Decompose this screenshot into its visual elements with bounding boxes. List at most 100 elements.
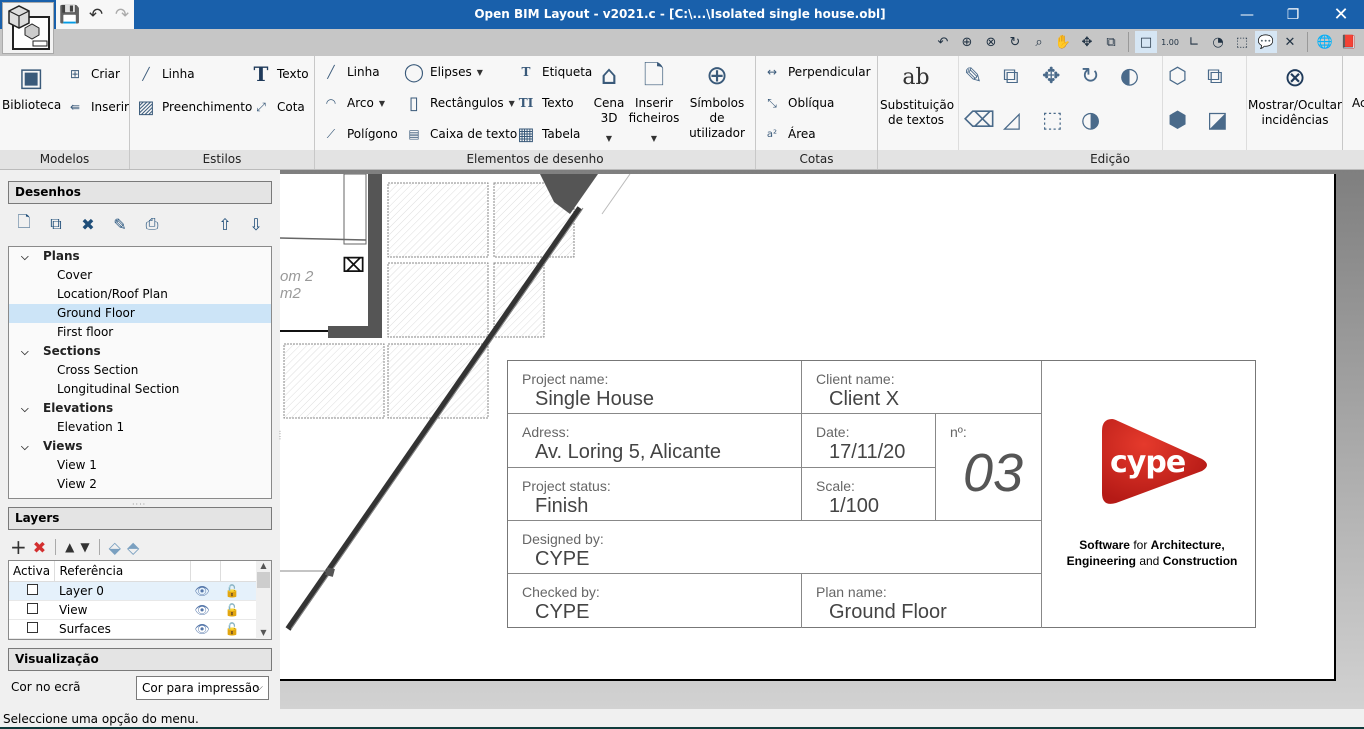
title-block[interactable]: Project name: Single House Client name: … bbox=[507, 360, 1256, 628]
angle-icon[interactable]: ∟ bbox=[1183, 31, 1205, 53]
chevron-down-icon[interactable]: ⌵ bbox=[21, 343, 43, 362]
send-back-icon[interactable]: ◪ bbox=[1207, 108, 1246, 152]
new-drawing-icon[interactable]: 🗋 bbox=[12, 212, 36, 236]
comment-icon[interactable]: 💬 bbox=[1255, 31, 1277, 53]
area-button[interactable]: a² Área bbox=[761, 123, 816, 145]
cor-ecra-select[interactable]: Cor para impressão ⌵ bbox=[136, 676, 269, 700]
window-switch-icon[interactable]: ⧉ bbox=[1100, 31, 1122, 53]
tree-item[interactable]: Location/Roof Plan bbox=[9, 285, 271, 304]
mostrar-ocultar-incidencias-button[interactable]: ⊗ Mostrar/Ocultar incidências bbox=[1248, 62, 1342, 128]
biblioteca-button[interactable]: ▣ Biblioteca bbox=[2, 62, 61, 113]
tabela-button[interactable]: ▦ Tabela bbox=[515, 123, 580, 145]
print-icon[interactable]: ⎙ bbox=[140, 212, 164, 236]
tree-item[interactable]: View 1 bbox=[9, 456, 271, 475]
copy-drawing-icon[interactable]: ⧉ bbox=[44, 212, 68, 236]
vertical-splitter-handle[interactable]: ···· bbox=[275, 430, 284, 440]
texto-button[interactable]: TI Texto bbox=[515, 92, 574, 114]
circle-snap-icon[interactable]: ◔ bbox=[1207, 31, 1229, 53]
chevron-down-icon[interactable]: ⌵ bbox=[21, 438, 43, 457]
tree-item[interactable]: First floor bbox=[9, 323, 271, 342]
tree-item[interactable]: Longitudinal Section bbox=[9, 380, 271, 399]
scroll-up-icon[interactable]: ▲ bbox=[256, 561, 271, 570]
criar-button[interactable]: ⊞ Criar bbox=[64, 63, 120, 85]
zoom-previous-icon[interactable]: ↶ bbox=[932, 31, 954, 53]
eye-icon[interactable]: 👁 bbox=[190, 600, 221, 620]
move-layer-up-icon[interactable]: ▲ bbox=[65, 540, 74, 554]
col-lock[interactable] bbox=[220, 561, 257, 582]
redo-icon[interactable]: ↷ bbox=[112, 5, 132, 25]
pencil-icon[interactable]: ✎ bbox=[964, 64, 1003, 108]
layer-active-checkbox[interactable] bbox=[27, 602, 38, 614]
layer-row[interactable]: View 👁 🔓 bbox=[9, 600, 257, 620]
preenchimento-button[interactable]: ▨ Preenchimento bbox=[135, 96, 252, 118]
zoom-x2-icon[interactable]: ⊗ bbox=[980, 31, 1002, 53]
scale-icon[interactable]: ⬚ bbox=[1042, 108, 1081, 152]
rectangulos-button[interactable]: ▯ Rectângulos ▼ bbox=[403, 92, 515, 114]
delete-layer-icon[interactable]: ✖ bbox=[33, 538, 46, 557]
stretch-icon[interactable]: ◿ bbox=[1003, 108, 1042, 152]
arrow-up-icon[interactable]: ⇧ bbox=[213, 212, 237, 236]
scroll-down-icon[interactable]: ▼ bbox=[256, 628, 271, 637]
simbolos-button[interactable]: ⊕ Símbolos de utilizador ▼ bbox=[681, 60, 753, 161]
unlocked-icon[interactable]: 🔓 bbox=[220, 619, 257, 639]
pan-hand-icon[interactable]: ✋ bbox=[1052, 31, 1074, 53]
perpendicular-button[interactable]: ↔ Perpendicular bbox=[761, 61, 871, 83]
inserir-ficheiros-button[interactable]: 🗋 Inserir ficheiros ▼ bbox=[627, 60, 681, 146]
dimension-icon[interactable]: 1.00 bbox=[1159, 31, 1181, 53]
minimize-button[interactable]: — bbox=[1224, 0, 1270, 29]
col-activa[interactable]: Activa bbox=[9, 561, 56, 582]
layer-import-icon[interactable]: ⬙ bbox=[109, 538, 121, 557]
obliqua-button[interactable]: ⤡ Oblíqua bbox=[761, 92, 834, 114]
inserir-button[interactable]: ⇚ Inserir bbox=[64, 96, 129, 118]
zoom-all-icon[interactable]: ⊕ bbox=[956, 31, 978, 53]
tree-item[interactable]: View 2 bbox=[9, 475, 271, 494]
tree-item[interactable]: Cover bbox=[9, 266, 271, 285]
estilo-linha-button[interactable]: ╱ Linha bbox=[135, 63, 194, 85]
caixa-texto-button[interactable]: ▤ Caixa de texto bbox=[403, 123, 517, 145]
snap-square-icon[interactable]: □ bbox=[1135, 31, 1157, 53]
globe-icon[interactable]: 🌐 bbox=[1314, 31, 1336, 53]
etiqueta-button[interactable]: T Etiqueta bbox=[515, 61, 593, 83]
arco-button[interactable]: ◠ Arco ▼ bbox=[320, 92, 385, 114]
eye-icon[interactable]: 👁 bbox=[190, 619, 221, 639]
layer-row[interactable]: Layer 0 👁 🔓 bbox=[9, 581, 257, 601]
chevron-down-icon[interactable]: ⌵ bbox=[21, 400, 43, 419]
tree-item[interactable]: Ground Floor bbox=[9, 304, 271, 323]
bring-front-icon[interactable]: ⧉ bbox=[1207, 64, 1246, 108]
eye-icon[interactable]: 👁 bbox=[190, 581, 221, 601]
mirror-icon[interactable]: ◐ bbox=[1120, 64, 1159, 108]
save-icon[interactable]: 💾 bbox=[59, 5, 80, 25]
col-visible[interactable] bbox=[190, 561, 222, 582]
elipses-button[interactable]: ◯ Elipses ▼ bbox=[403, 61, 483, 83]
redraw-icon[interactable]: ↻ bbox=[1004, 31, 1026, 53]
move-icon[interactable]: ✥ bbox=[1042, 64, 1081, 108]
tree-category[interactable]: ⌵ Sections bbox=[9, 342, 271, 361]
move-layer-down-icon[interactable]: ▼ bbox=[80, 540, 89, 554]
close-button[interactable]: ✕ bbox=[1318, 0, 1364, 29]
add-layer-icon[interactable]: + bbox=[10, 535, 27, 559]
layer-row[interactable]: Surfaces 👁 🔓 bbox=[9, 619, 257, 639]
zoom-window-icon[interactable]: ⌕ bbox=[1028, 31, 1050, 53]
copy-icon[interactable]: ⧉ bbox=[1003, 64, 1042, 108]
tree-item[interactable]: Elevation 1 bbox=[9, 418, 271, 437]
orbit-icon[interactable]: ✥ bbox=[1076, 31, 1098, 53]
undo-icon[interactable]: ↶ bbox=[86, 5, 106, 25]
eraser-icon[interactable]: ⌫ bbox=[964, 108, 1003, 152]
layer-export-icon[interactable]: ⬘ bbox=[127, 538, 139, 557]
cena-3d-button[interactable]: ⌂ Cena 3D ▼ bbox=[590, 60, 628, 146]
tools-icon[interactable]: ✕ bbox=[1279, 31, 1301, 53]
estilo-cota-button[interactable]: ⤢ Cota bbox=[250, 96, 305, 118]
tree-category[interactable]: ⌵ Elevations bbox=[9, 399, 271, 418]
unlocked-icon[interactable]: 🔓 bbox=[220, 600, 257, 620]
linha-button[interactable]: ╱ Linha bbox=[320, 61, 379, 83]
mirror-copy-icon[interactable]: ◑ bbox=[1081, 108, 1120, 152]
substituicao-textos-button[interactable]: ab Substituição de textos bbox=[880, 62, 954, 128]
rotate-icon[interactable]: ↻ bbox=[1081, 64, 1120, 108]
estilo-texto-button[interactable]: T Texto bbox=[250, 62, 309, 86]
chevron-down-icon[interactable]: ⌵ bbox=[21, 248, 43, 267]
unlocked-icon[interactable]: 🔓 bbox=[220, 581, 257, 601]
arrow-down-icon[interactable]: ⇩ bbox=[244, 212, 268, 236]
delete-drawing-icon[interactable]: ✖ bbox=[76, 212, 100, 236]
ungroup-icon[interactable]: ⬢ bbox=[1168, 108, 1207, 152]
app-menu-button[interactable] bbox=[2, 2, 54, 54]
